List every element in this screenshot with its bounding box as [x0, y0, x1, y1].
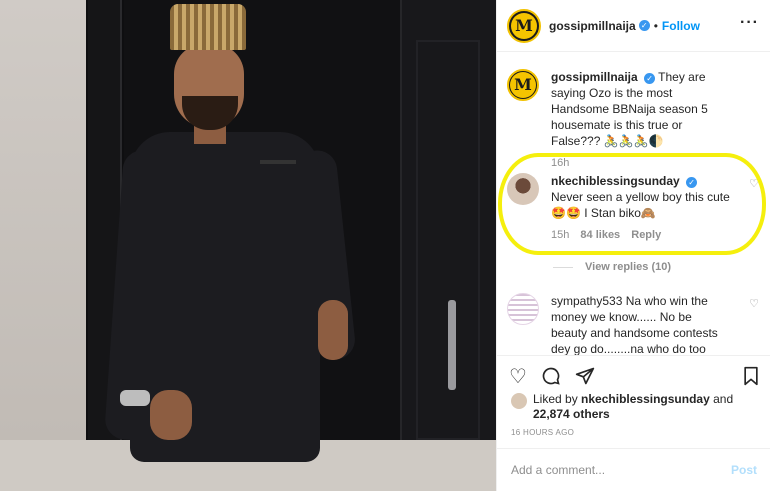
more-icon[interactable]: ··· — [740, 14, 759, 32]
bookmark-icon[interactable] — [741, 366, 761, 392]
comment-body: nkechiblessingsunday ✓ Never seen a yell… — [551, 173, 731, 243]
caption: M gossipmillnaija ✓ They are saying Ozo … — [507, 69, 761, 171]
liker-avatar[interactable] — [511, 393, 527, 409]
post-sidebar: M gossipmillnaija ✓ • Follow ··· M gossi… — [496, 0, 770, 491]
comment-item: nkechiblessingsunday ✓ Never seen a yell… — [507, 173, 761, 243]
post-timestamp[interactable]: 16 HOURS AGO — [511, 428, 574, 437]
liked-by-joiner: and — [713, 392, 734, 406]
profile-avatar[interactable]: M — [507, 8, 541, 43]
door-handle — [448, 300, 456, 390]
logo-letter: M — [511, 12, 537, 39]
left-hand — [150, 390, 192, 440]
beard — [182, 96, 238, 130]
add-comment-input[interactable] — [511, 463, 731, 477]
comment-time[interactable]: 15h — [551, 229, 569, 241]
header-username[interactable]: gossipmillnaija — [549, 19, 636, 33]
comments-list[interactable]: M gossipmillnaija ✓ They are saying Ozo … — [497, 53, 770, 355]
verified-badge-icon: ✓ — [638, 20, 650, 31]
comment-meta: 15h 84 likes Reply — [551, 227, 731, 243]
comment-avatar[interactable] — [507, 173, 539, 205]
share-icon[interactable] — [575, 366, 595, 392]
reply-button[interactable]: Reply — [631, 229, 661, 241]
wall — [0, 0, 86, 491]
liked-by-user[interactable]: nkechiblessingsunday — [581, 392, 710, 406]
liked-by: Liked by nkechiblessingsunday and 22,874… — [511, 392, 733, 422]
comment-body: sympathy533 Na who win the money we know… — [551, 293, 731, 355]
shirt-pocket — [260, 160, 296, 164]
caption-avatar[interactable]: M — [507, 69, 539, 101]
post-header: M gossipmillnaija ✓ • Follow ··· — [497, 0, 770, 52]
liked-by-text: Liked by nkechiblessingsunday and 22,874… — [533, 392, 733, 422]
caption-username[interactable]: gossipmillnaija — [551, 70, 638, 84]
right-hand — [318, 300, 348, 360]
post-button[interactable]: Post — [731, 463, 757, 477]
wristwatch — [120, 390, 150, 406]
liked-by-prefix: Liked by — [533, 392, 578, 406]
heart-icon[interactable]: ♡ — [509, 364, 527, 389]
comment-avatar[interactable] — [507, 293, 539, 325]
action-bar: ♡ — [497, 355, 770, 393]
verified-badge-icon: ✓ — [644, 73, 656, 84]
cap — [170, 4, 246, 50]
post-photo[interactable] — [0, 0, 496, 491]
comment-item: sympathy533 Na who win the money we know… — [507, 293, 761, 355]
caption-meta: 16h — [551, 155, 731, 171]
comment-like-heart-icon[interactable]: ♡ — [749, 297, 759, 310]
person — [103, 0, 380, 491]
liked-by-others[interactable]: 22,874 others — [533, 407, 610, 421]
view-replies-button[interactable]: View replies (10) — [553, 261, 671, 273]
comment-icon[interactable] — [541, 366, 561, 392]
comment-username[interactable]: nkechiblessingsunday — [551, 174, 680, 188]
comment-username[interactable]: sympathy533 — [551, 294, 622, 308]
comment-like-heart-icon[interactable]: ♡ — [749, 177, 759, 190]
add-comment-bar: Post — [497, 448, 770, 491]
caption-time[interactable]: 16h — [551, 157, 569, 169]
caption-body: gossipmillnaija ✓ They are saying Ozo is… — [551, 69, 731, 171]
caption-logo-letter: M — [510, 72, 536, 98]
verified-badge-icon: ✓ — [686, 177, 698, 188]
comment-likes[interactable]: 84 likes — [580, 229, 620, 241]
follow-button[interactable]: Follow — [662, 19, 700, 33]
separator-dot: • — [653, 18, 658, 33]
comment-text: Never seen a yellow boy this cute🤩🤩 I St… — [551, 190, 730, 220]
